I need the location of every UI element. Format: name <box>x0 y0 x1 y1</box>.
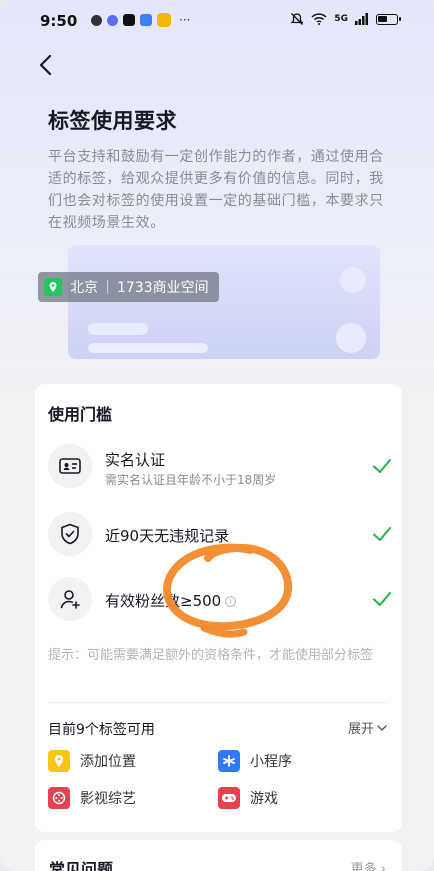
requirement-row-followers: 有效粉丝数≥500 i <box>48 577 393 623</box>
preview-text-placeholder <box>88 323 148 335</box>
tag-label: 游戏 <box>250 791 278 807</box>
threshold-card: 使用门槛 实名认证 需实名认证且年龄不小于18周岁 近90天无违规记录 有效粉丝… <box>35 384 402 832</box>
expand-label: 展开 <box>347 722 374 737</box>
app-notification-icon <box>140 14 152 26</box>
tag-label: 小程序 <box>250 754 292 770</box>
tiktok-icon <box>123 14 135 26</box>
preview-text-placeholder <box>88 343 208 353</box>
faq-card: 常见问题 更多 › <box>35 840 402 871</box>
app-notification-icon <box>91 14 102 26</box>
tag-item-game[interactable]: 游戏 <box>218 786 278 810</box>
status-time: 9:50 <box>40 12 78 30</box>
tag-item-mini-program[interactable]: 小程序 <box>218 749 292 773</box>
more-button[interactable]: 更多 › <box>351 858 386 871</box>
status-bar: 9:50 ··· 5G <box>0 0 434 44</box>
film-reel-icon <box>48 787 70 809</box>
location-divider <box>107 280 108 294</box>
info-icon[interactable]: i <box>225 596 237 607</box>
tag-item-location[interactable]: 添加位置 <box>48 749 136 773</box>
requirement-row-realname: 实名认证 需实名认证且年龄不小于18周岁 <box>48 444 393 490</box>
signal-label: 5G <box>334 14 348 24</box>
preview-video-card <box>68 245 380 359</box>
tag-label: 影视综艺 <box>80 791 136 807</box>
tag-item-film-tv[interactable]: 影视综艺 <box>48 786 136 810</box>
status-right: 5G <box>290 12 401 26</box>
status-app-icons: ··· <box>91 13 190 27</box>
wifi-icon <box>311 13 327 25</box>
back-button[interactable] <box>34 52 60 78</box>
user-add-icon <box>48 577 92 621</box>
chevron-left-icon <box>39 54 52 76</box>
tag-label: 添加位置 <box>80 754 136 770</box>
battery-icon <box>376 13 401 25</box>
location-place: 1733商业空间 <box>117 280 209 296</box>
more-label: 更多 <box>350 862 377 871</box>
faq-title: 常见问题 <box>49 860 114 871</box>
location-pin-icon <box>44 278 62 296</box>
requirement-title: 有效粉丝数≥500 <box>105 592 222 610</box>
id-card-icon <box>48 444 92 488</box>
shield-check-icon <box>48 512 92 556</box>
signal-icon <box>355 13 368 25</box>
page-description: 平台支持和鼓励有一定创作能力的作者，通过使用合适的标签，给观众提供更多有价值的信… <box>48 149 384 231</box>
requirement-row-no-violation: 近90天无违规记录 <box>48 512 393 558</box>
location-city: 北京 <box>70 280 98 296</box>
available-tags-title: 目前9个标签可用 <box>48 722 155 738</box>
mute-icon <box>290 13 304 25</box>
mini-program-icon <box>218 750 240 772</box>
requirement-subtitle: 需实名认证且年龄不小于18周岁 <box>105 473 277 487</box>
status-more: ··· <box>179 13 191 27</box>
requirement-title: 近90天无违规记录 <box>105 527 230 545</box>
check-icon <box>373 459 391 473</box>
app-notification-icon <box>157 13 171 27</box>
chevron-right-icon: › <box>376 862 386 871</box>
app-notification-icon <box>107 14 118 26</box>
check-icon <box>373 592 391 606</box>
requirement-title: 实名认证 <box>105 451 166 469</box>
preview-avatar-placeholder <box>340 267 366 293</box>
requirement-title-followers: 有效粉丝数≥500 i <box>105 590 237 611</box>
expand-button[interactable]: 展开 <box>348 718 388 737</box>
location-pin-icon <box>48 750 70 772</box>
page-title: 标签使用要求 <box>48 109 177 133</box>
check-icon <box>373 527 391 541</box>
location-tag-preview: 北京 1733商业空间 <box>38 272 219 302</box>
gamepad-icon <box>218 787 240 809</box>
screen: 9:50 ··· 5G 标签使用要求 平台支持和鼓励有一定创作能力的作者，通过使… <box>0 0 434 871</box>
hint-text: 提示：可能需要满足额外的资格条件，才能使用部分标签 <box>48 648 374 663</box>
divider <box>48 702 390 703</box>
preview-button-placeholder <box>336 323 366 353</box>
threshold-title: 使用门槛 <box>48 405 113 424</box>
chevron-down-icon <box>377 724 387 731</box>
